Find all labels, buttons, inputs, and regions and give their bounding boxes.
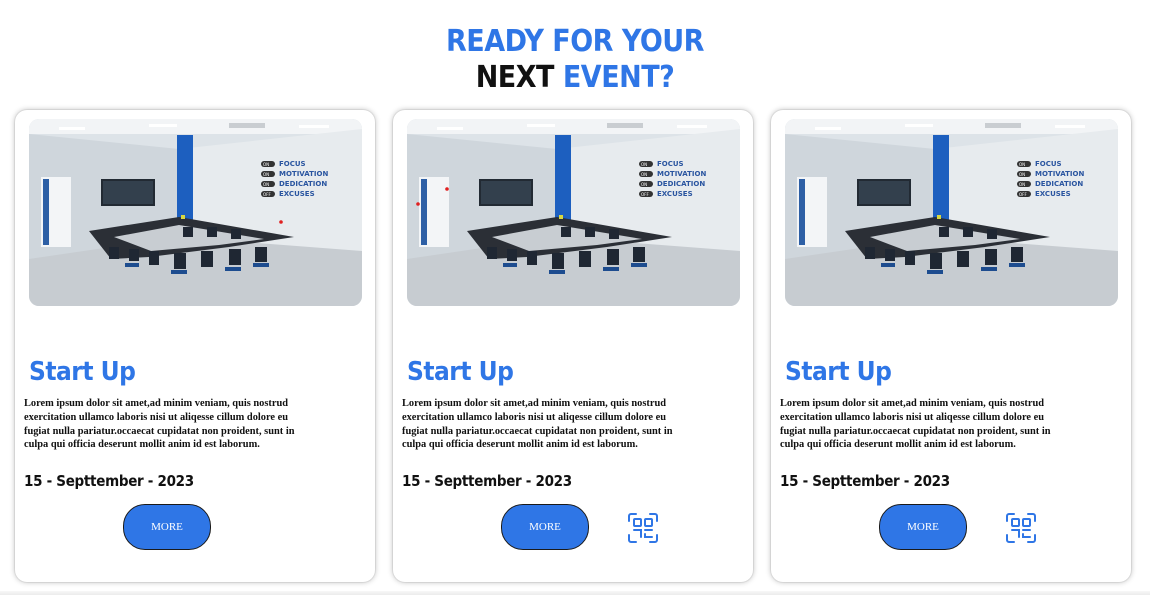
svg-text:MOTIVATION: MOTIVATION bbox=[1035, 170, 1084, 178]
svg-text:FOCUS: FOCUS bbox=[1035, 160, 1062, 168]
card-description: Lorem ipsum dolor sit amet,ad minim veni… bbox=[402, 398, 673, 451]
svg-text:DEDICATION: DEDICATION bbox=[279, 180, 327, 188]
svg-text:ON: ON bbox=[1019, 182, 1025, 187]
svg-text:ON: ON bbox=[263, 172, 269, 177]
card-title: Start Up bbox=[785, 356, 892, 387]
event-date: 15 - Septtember - 2023 bbox=[24, 472, 194, 490]
event-card: ON FOCUS ON MOTIVATION ON DEDICATION OFF… bbox=[393, 110, 753, 582]
svg-text:DEDICATION: DEDICATION bbox=[1035, 180, 1083, 188]
heading-line-1: READY FOR YOUR bbox=[446, 24, 704, 60]
svg-text:OFF: OFF bbox=[1019, 192, 1027, 197]
card-description: Lorem ipsum dolor sit amet,ad minim veni… bbox=[780, 398, 1051, 451]
next-section-edge bbox=[0, 591, 1150, 595]
svg-text:OFF: OFF bbox=[641, 192, 649, 197]
event-card-list: ON FOCUS ON MOTIVATION ON DEDICATION OFF… bbox=[0, 110, 1150, 595]
conference-room-image: ON FOCUS ON MOTIVATION ON DEDICATION OFF… bbox=[29, 119, 362, 306]
svg-text:OFF: OFF bbox=[263, 192, 271, 197]
svg-text:DEDICATION: DEDICATION bbox=[657, 180, 705, 188]
event-card: ON FOCUS ON MOTIVATION ON DEDICATION OFF… bbox=[15, 110, 375, 582]
svg-text:ON: ON bbox=[641, 172, 647, 177]
more-button[interactable]: MORE bbox=[123, 504, 211, 550]
qr-scan-button[interactable] bbox=[1005, 512, 1037, 544]
heading-event-word: EVENT? bbox=[562, 60, 675, 96]
event-date: 15 - Septtember - 2023 bbox=[402, 472, 572, 490]
event-photo: ON FOCUS ON MOTIVATION ON DEDICATION OFF… bbox=[29, 119, 362, 306]
heading-next-word: NEXT bbox=[475, 60, 555, 96]
svg-text:ON: ON bbox=[1019, 162, 1025, 167]
card-description: Lorem ipsum dolor sit amet,ad minim veni… bbox=[24, 398, 295, 451]
card-title: Start Up bbox=[29, 356, 136, 387]
svg-text:ON: ON bbox=[1019, 172, 1025, 177]
event-photo: ON FOCUS ON MOTIVATION ON DEDICATION OFF… bbox=[407, 119, 740, 306]
svg-text:ON: ON bbox=[641, 182, 647, 187]
conference-room-image: ON FOCUS ON MOTIVATION ON DEDICATION OFF… bbox=[407, 119, 740, 306]
svg-text:EXCUSES: EXCUSES bbox=[1035, 190, 1071, 198]
svg-text:ON: ON bbox=[263, 162, 269, 167]
svg-text:FOCUS: FOCUS bbox=[657, 160, 684, 168]
event-photo: ON FOCUS ON MOTIVATION ON DEDICATION OFF… bbox=[785, 119, 1118, 306]
svg-text:EXCUSES: EXCUSES bbox=[657, 190, 693, 198]
svg-text:ON: ON bbox=[263, 182, 269, 187]
svg-text:ON: ON bbox=[641, 162, 647, 167]
svg-text:FOCUS: FOCUS bbox=[279, 160, 306, 168]
svg-text:MOTIVATION: MOTIVATION bbox=[657, 170, 706, 178]
qr-scan-icon bbox=[1006, 513, 1036, 543]
event-date: 15 - Septtember - 2023 bbox=[780, 472, 950, 490]
svg-text:MOTIVATION: MOTIVATION bbox=[279, 170, 328, 178]
more-button[interactable]: MORE bbox=[501, 504, 589, 550]
card-title: Start Up bbox=[407, 356, 514, 387]
more-button[interactable]: MORE bbox=[879, 504, 967, 550]
event-card: ON FOCUS ON MOTIVATION ON DEDICATION OFF… bbox=[771, 110, 1131, 582]
heading-line-2: NEXT EVENT? bbox=[0, 60, 1150, 96]
qr-scan-icon bbox=[628, 513, 658, 543]
qr-scan-button[interactable] bbox=[627, 512, 659, 544]
svg-text:EXCUSES: EXCUSES bbox=[279, 190, 315, 198]
section-heading: READY FOR YOUR NEXT EVENT? bbox=[0, 24, 1150, 96]
event-page: READY FOR YOUR NEXT EVENT? ON FOCUS ON M… bbox=[0, 0, 1150, 595]
conference-room-image: ON FOCUS ON MOTIVATION ON DEDICATION OFF… bbox=[785, 119, 1118, 306]
